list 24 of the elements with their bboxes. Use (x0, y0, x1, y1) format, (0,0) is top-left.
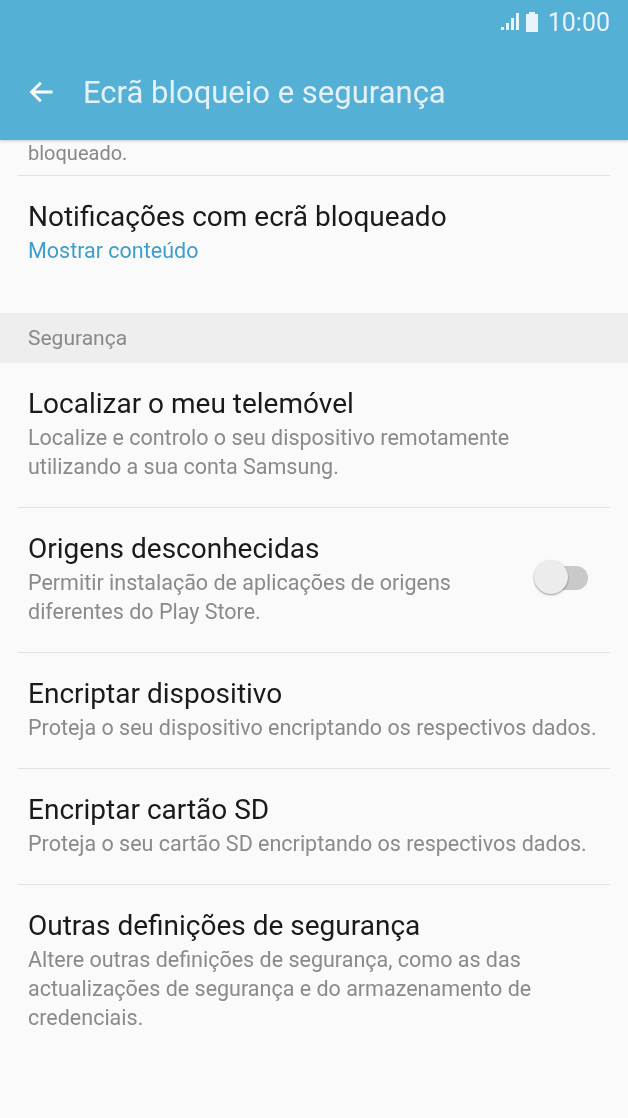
item-description: Localize e controlo o seu dispositivo remotamente utilizando a sua conta Samsung. (28, 424, 511, 481)
item-value: Mostrar conteúdo (28, 237, 200, 265)
item-title: Localizar o meu telemóvel (28, 386, 355, 422)
settings-item[interactable]: Notificações com ecrã bloqueado Mostrar conteúdo (18, 175, 610, 291)
status-time: 10:00 (547, 7, 610, 37)
item-title: Encriptar dispositivo (28, 676, 284, 712)
item-description: Altere outras definições de segurança, como as das actualizações de segurança e do armazenamento de credenciais. (28, 946, 533, 1032)
settings-item[interactable]: Origens desconhecidas Permitir instalação de aplicações de origens diferentes do Play Store. (18, 507, 610, 652)
item-description: Proteja o seu cartão SD encriptando os respectivos dados. (28, 830, 588, 858)
item-description: Permitir instalação de aplicações de origens diferentes do Play Store. (28, 569, 452, 626)
item-description: bloqueado. (27, 140, 129, 167)
settings-item[interactable]: Encriptar dispositivo Proteja o seu dispositivo encriptando os respectivos dados. (18, 652, 610, 768)
battery-icon (525, 12, 538, 32)
item-title: Notificações com ecrã bloqueado (28, 199, 448, 235)
signal-icon (499, 13, 520, 31)
section-header: Segurança (0, 313, 628, 363)
item-title: Encriptar cartão SD (28, 792, 271, 828)
item-title: Outras definições de segurança (28, 908, 422, 944)
settings-item[interactable]: Outras definições de segurança Altere outras definições de segurança, como as das actualizações de segurança e do armazenamento de credenciais. (18, 884, 610, 1058)
item-title: Origens desconhecidas (28, 531, 321, 567)
settings-item[interactable]: Encriptar cartão SD Proteja o seu cartão SD encriptando os respectivos dados. (18, 768, 610, 884)
screen-title: Ecrã bloqueio e segurança (83, 73, 446, 111)
item-description: Proteja o seu dispositivo encriptando os respectivos dados. (28, 714, 598, 742)
settings-item[interactable]: Localizar o meu telemóvel Localize e controlo o seu dispositivo remotamente utilizando a sua conta Samsung. (18, 363, 610, 507)
